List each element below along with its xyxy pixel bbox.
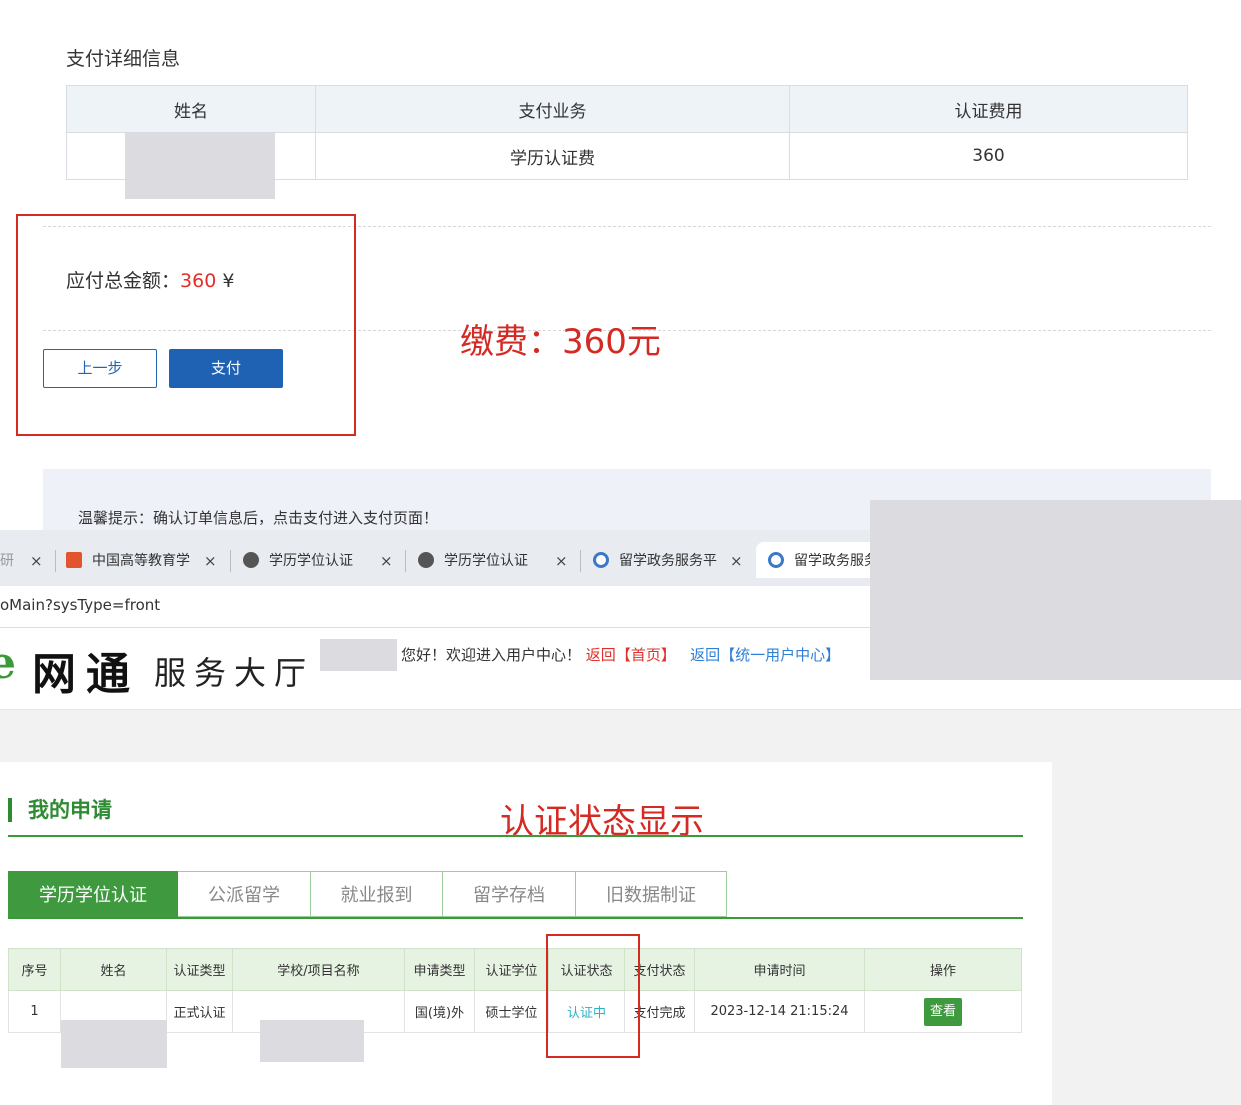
col-degree: 认证学位 (474, 948, 549, 991)
redacted-block (870, 500, 1241, 680)
url-text: oMain?sysType=front (0, 596, 161, 614)
redacted-username-block (320, 639, 397, 671)
tab-separator (405, 550, 406, 572)
fee-annotation: 缴费：360元 (460, 322, 661, 362)
tab-employment-registration[interactable]: 就业报到 (311, 871, 443, 917)
tab-label: 留学政务服务 (794, 553, 878, 569)
browser-tab[interactable]: 学历学位认证 × (418, 542, 578, 578)
tabs-underline (8, 917, 1023, 919)
close-icon[interactable]: × (555, 552, 568, 570)
site-logo-subtitle: 服务大厅 (154, 654, 315, 692)
col-name: 姓名 (60, 948, 167, 991)
col-school: 学校/项目名称 (232, 948, 405, 991)
status-highlight-box (546, 934, 640, 1058)
close-icon[interactable]: × (380, 552, 393, 570)
tab-separator (55, 550, 56, 572)
col-apply-type: 申请类型 (404, 948, 475, 991)
application-tabs: 学历学位认证 公派留学 就业报到 留学存档 旧数据制证 (8, 871, 727, 917)
header-business: 支付业务 (315, 85, 790, 133)
col-index: 序号 (8, 948, 61, 991)
welcome-bar: 您好！欢迎进入用户中心！ 返回【首页】 返回【统一用户中心】 (401, 644, 840, 665)
col-action: 操作 (864, 948, 1022, 991)
site-logo-e: e (0, 638, 16, 689)
tab-degree-certification[interactable]: 学历学位认证 (8, 871, 178, 917)
annotation-highlight-box (16, 214, 356, 436)
tab-legacy-certificate[interactable]: 旧数据制证 (576, 871, 727, 917)
cell-action: 查看 (864, 990, 1022, 1033)
hint-text: 温馨提示：确认订单信息后，点击支付进入支付页面！ (78, 509, 439, 527)
user-center-link[interactable]: 返回【统一用户中心】 (690, 646, 840, 664)
tab-label: 学历学位认证 (269, 553, 353, 569)
tab-separator (230, 550, 231, 572)
redacted-name-block (125, 133, 275, 199)
close-icon[interactable]: × (30, 552, 43, 570)
redacted-name-block (61, 1020, 167, 1068)
title-underline (8, 835, 1023, 837)
tab-label: 学历学位认证 (444, 553, 528, 569)
cell-degree: 硕士学位 (474, 990, 549, 1033)
cscse-logo-icon (768, 552, 784, 568)
globe-icon (243, 552, 259, 568)
header-name: 姓名 (66, 85, 316, 133)
redacted-school-block (260, 1020, 364, 1062)
user-center-link-prefix: 返回 (690, 646, 721, 664)
my-applications-panel: 我的申请 认证状态显示 学历学位认证 公派留学 就业报到 留学存档 旧数据制证 … (0, 762, 1052, 1105)
home-link[interactable]: 返回【首页】 (586, 646, 676, 664)
payment-section-title: 支付详细信息 (66, 48, 181, 70)
payment-table-header: 姓名 支付业务 认证费用 (66, 85, 1188, 133)
close-icon[interactable]: × (730, 552, 743, 570)
tab-study-abroad-archive[interactable]: 留学存档 (443, 871, 576, 917)
cell-apply-type: 国(境)外 (404, 990, 475, 1033)
browser-tab[interactable]: 研 × (0, 542, 44, 578)
browser-tab[interactable]: 留学政务服务平 × (593, 542, 753, 578)
tab-label: 留学政务服务平 (619, 553, 717, 569)
payment-panel: 支付详细信息 姓名 支付业务 认证费用 学历认证费 360 应付总金额：360 … (0, 0, 1241, 540)
col-apply-time: 申请时间 (694, 948, 865, 991)
view-button[interactable]: 查看 (924, 997, 962, 1026)
tab-government-study-abroad[interactable]: 公派留学 (178, 871, 311, 917)
header-fee: 认证费用 (789, 85, 1188, 133)
close-icon[interactable]: × (204, 552, 217, 570)
tab-label: 中国高等教育学 (92, 553, 190, 569)
cell-index: 1 (8, 990, 61, 1033)
tab-separator (580, 550, 581, 572)
my-applications-title: 我的申请 (8, 798, 112, 822)
payment-business-cell: 学历认证费 (315, 132, 790, 180)
chsi-logo-icon (66, 552, 82, 568)
col-cert-type: 认证类型 (166, 948, 233, 991)
cell-cert-type: 正式认证 (166, 990, 233, 1033)
cell-apply-time: 2023-12-14 21:15:24 (694, 990, 865, 1033)
user-center-link-label: 【统一用户中心】 (720, 646, 841, 664)
tab-label: 研 (0, 553, 14, 569)
cscse-logo-icon (593, 552, 609, 568)
applications-table-header: 序号 姓名 认证类型 学校/项目名称 申请类型 认证学位 认证状态 支付状态 申… (8, 948, 1022, 991)
payment-fee-cell: 360 (789, 132, 1188, 180)
home-link-prefix: 返回 (585, 646, 616, 664)
browser-tab[interactable]: 中国高等教育学 × (66, 542, 226, 578)
browser-tab[interactable]: 学历学位认证 × (243, 542, 403, 578)
welcome-text: 您好！欢迎进入用户中心！ (401, 646, 582, 664)
home-link-label: 【首页】 (615, 646, 676, 664)
site-logo: 网通 (32, 649, 140, 700)
globe-icon (418, 552, 434, 568)
